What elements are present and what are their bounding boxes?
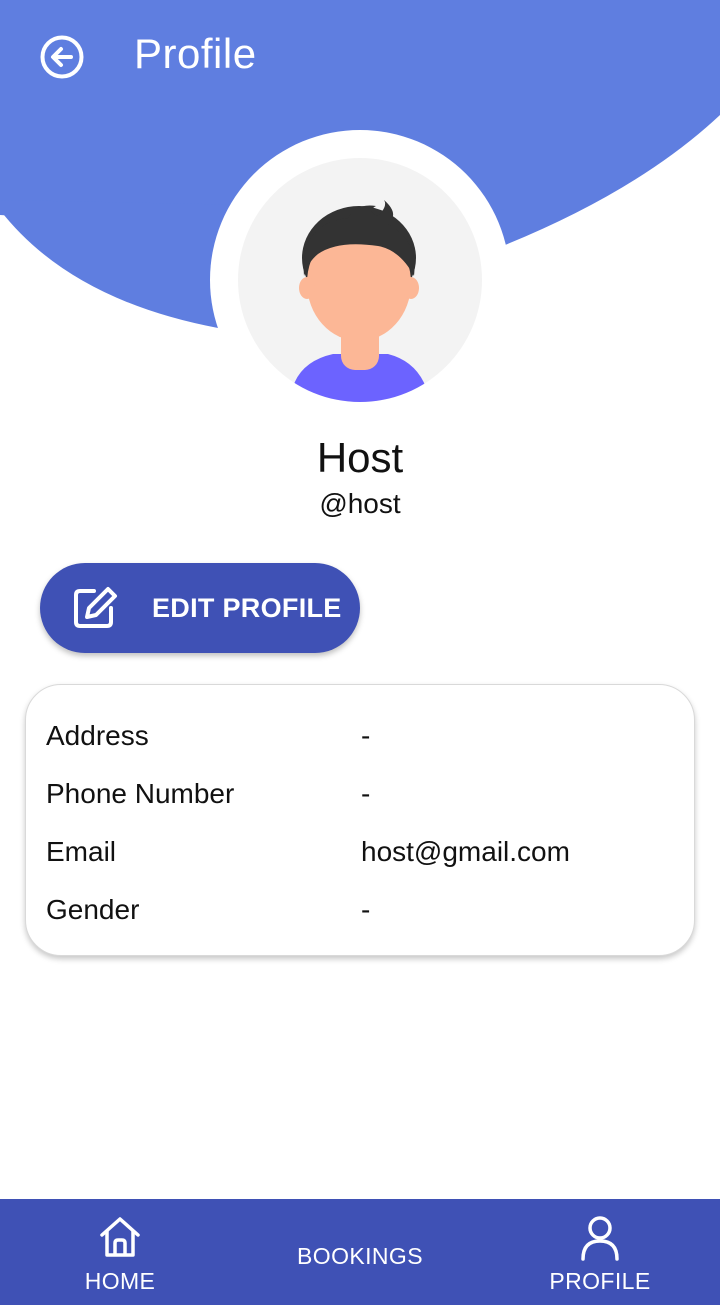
arrow-left-circle-icon xyxy=(40,35,84,79)
bottom-navigation: HOME BOOKINGS PROFILE xyxy=(0,1199,720,1305)
info-value: - xyxy=(361,720,371,751)
info-row-email: Email host@gmail.com xyxy=(46,836,676,876)
page-title: Profile xyxy=(134,30,257,77)
nav-label-bookings: BOOKINGS xyxy=(297,1243,423,1269)
info-row-address: Address - xyxy=(46,720,676,760)
edit-profile-button[interactable]: EDIT PROFILE xyxy=(40,563,360,653)
info-row-phone: Phone Number - xyxy=(46,778,676,818)
info-value: - xyxy=(361,778,371,809)
person-icon xyxy=(581,1216,619,1261)
info-row-gender: Gender - xyxy=(46,894,676,934)
info-label: Phone Number xyxy=(46,778,235,809)
nav-label-profile: PROFILE xyxy=(549,1268,651,1294)
edit-icon xyxy=(74,587,117,628)
info-value: - xyxy=(361,894,371,925)
app-bar: Profile xyxy=(0,0,720,115)
profile-info-card: Address - Phone Number - Email host@gmai… xyxy=(25,684,695,956)
info-label: Email xyxy=(46,836,117,867)
home-icon xyxy=(100,1217,140,1257)
avatar xyxy=(238,158,482,402)
nav-item-bookings[interactable]: BOOKINGS xyxy=(290,1199,430,1305)
back-button[interactable] xyxy=(38,33,86,81)
profile-name: Host xyxy=(316,434,404,481)
edit-profile-label: EDIT PROFILE xyxy=(152,593,342,623)
nav-item-home[interactable]: HOME xyxy=(60,1199,180,1305)
info-label: Address xyxy=(46,720,149,751)
profile-handle: @host xyxy=(319,488,401,519)
info-label: Gender xyxy=(46,894,140,925)
info-value: host@gmail.com xyxy=(361,836,570,867)
nav-item-profile[interactable]: PROFILE xyxy=(540,1199,660,1305)
user-avatar-illustration xyxy=(290,200,430,402)
nav-label-home: HOME xyxy=(84,1268,156,1294)
